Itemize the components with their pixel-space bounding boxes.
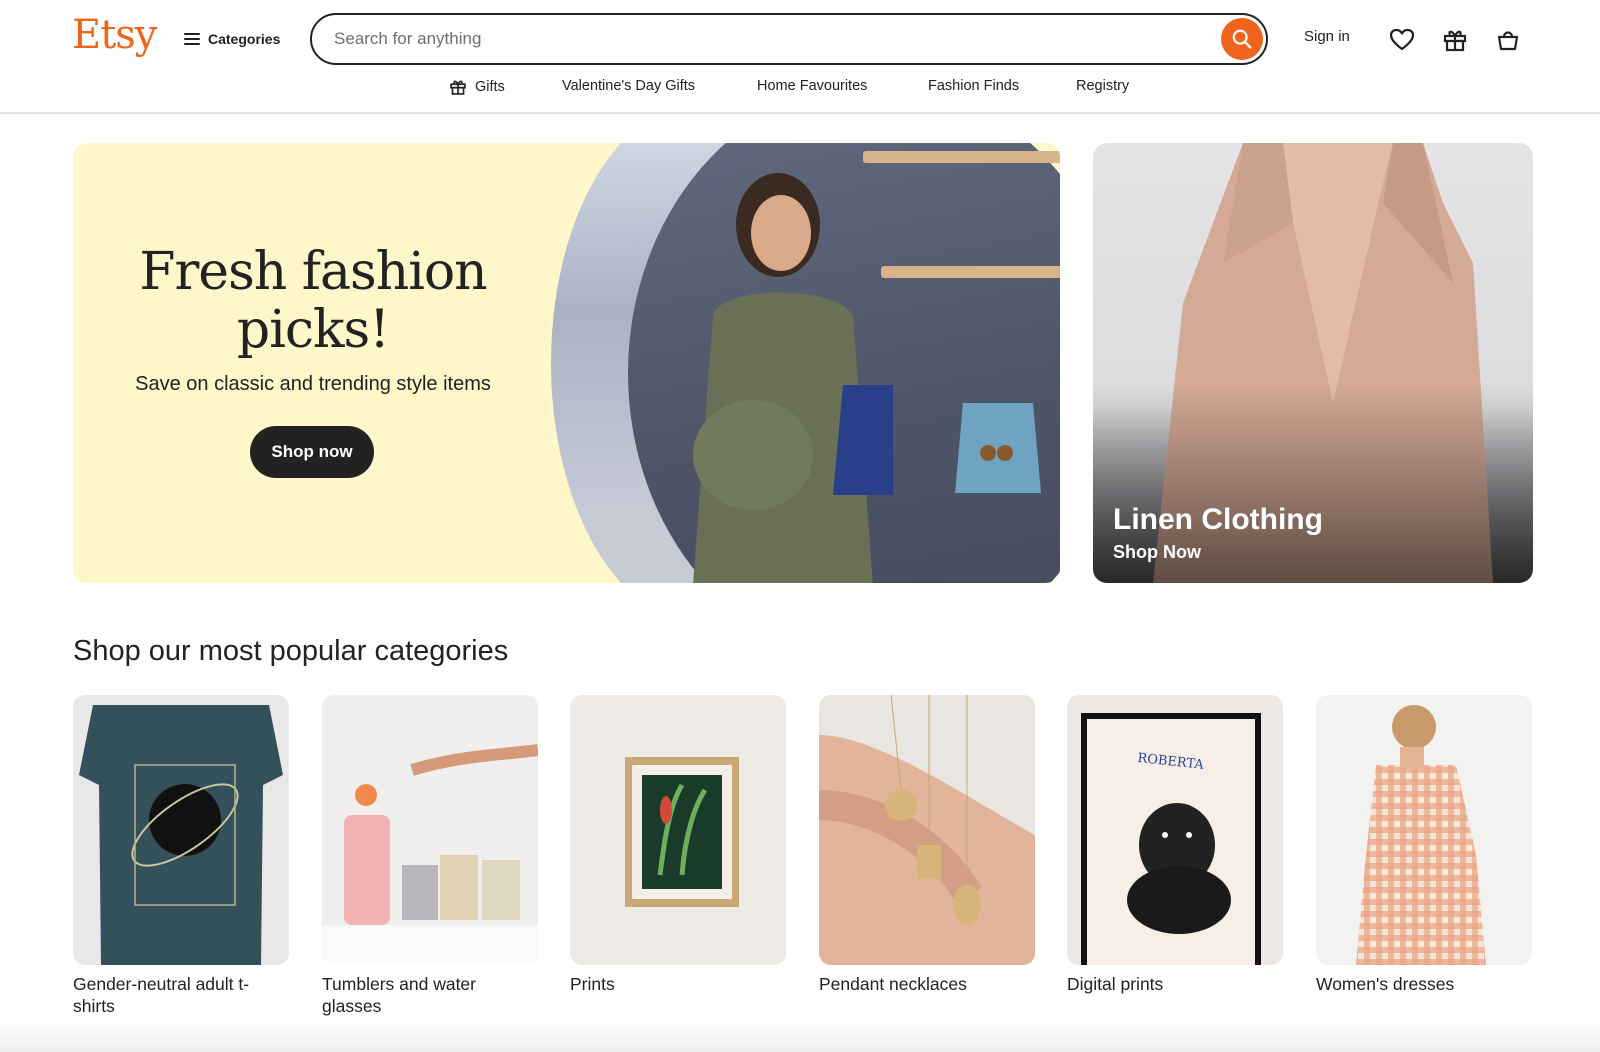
hero-title: Fresh fashion picks! bbox=[139, 242, 487, 360]
etsy-logo[interactable]: Etsy bbox=[72, 12, 157, 58]
site-header: Etsy Categories Sign in bbox=[0, 0, 1600, 114]
search-input[interactable] bbox=[334, 29, 1221, 49]
cart-button[interactable] bbox=[1492, 24, 1524, 56]
hero-subtitle: Save on classic and trending style items bbox=[135, 373, 491, 395]
sub-navigation: Gifts Valentine's Day Gifts Home Favouri… bbox=[0, 78, 1600, 102]
gift-icon bbox=[450, 80, 466, 95]
subnav-item-home-favourites[interactable]: Home Favourites bbox=[757, 78, 867, 94]
subnav-label: Gifts bbox=[475, 79, 505, 95]
menu-icon bbox=[184, 33, 200, 45]
side-card-title: Linen Clothing bbox=[1113, 503, 1323, 536]
search-icon bbox=[1232, 29, 1252, 49]
sign-in-link[interactable]: Sign in bbox=[1304, 28, 1350, 45]
hero-person-image bbox=[693, 173, 893, 583]
category-image bbox=[73, 695, 289, 965]
category-card-digital-prints[interactable]: ROBERTA Digital prints bbox=[1067, 695, 1283, 995]
popular-categories-title: Shop our most popular categories bbox=[73, 635, 509, 667]
subnav-item-registry[interactable]: Registry bbox=[1076, 78, 1129, 94]
hero-shelf bbox=[881, 266, 1060, 278]
category-image: ROBERTA bbox=[1067, 695, 1283, 965]
category-card-pendants[interactable]: Pendant necklaces bbox=[819, 695, 1035, 995]
shop-now-button[interactable]: Shop now bbox=[250, 426, 374, 478]
categories-button[interactable]: Categories bbox=[184, 27, 280, 51]
favorites-button[interactable] bbox=[1386, 24, 1418, 56]
category-image bbox=[819, 695, 1035, 965]
gift-button[interactable] bbox=[1439, 24, 1471, 56]
cart-icon bbox=[1497, 31, 1519, 51]
subnav-item-gifts[interactable]: Gifts bbox=[449, 78, 505, 96]
hero-shelf bbox=[863, 151, 1060, 163]
search-button[interactable] bbox=[1221, 18, 1263, 60]
category-label: Pendant necklaces bbox=[819, 974, 967, 994]
hero-text-block: Fresh fashion picks! Save on classic and… bbox=[73, 243, 553, 396]
category-card-tumblers[interactable]: Tumblers and water glasses bbox=[322, 695, 538, 1017]
category-image bbox=[322, 695, 538, 965]
category-image bbox=[570, 695, 786, 965]
category-label: Prints bbox=[570, 974, 615, 994]
category-card-womens-dresses[interactable]: Women's dresses bbox=[1316, 695, 1532, 995]
page-bottom-fade bbox=[0, 1020, 1600, 1052]
category-label: Digital prints bbox=[1067, 974, 1164, 994]
category-label: Tumblers and water glasses bbox=[322, 974, 476, 1016]
categories-label: Categories bbox=[208, 31, 281, 47]
linen-clothing-card[interactable]: Linen Clothing Shop Now bbox=[1093, 143, 1533, 583]
category-label: Gender-neutral adult t-shirts bbox=[73, 974, 250, 1016]
subnav-item-valentines[interactable]: Valentine's Day Gifts bbox=[562, 78, 695, 94]
category-image bbox=[1316, 695, 1532, 965]
category-card-prints[interactable]: Prints bbox=[570, 695, 786, 995]
hero-sweater-image bbox=[955, 403, 1041, 493]
search-bar bbox=[310, 13, 1268, 65]
category-label: Women's dresses bbox=[1316, 974, 1455, 994]
category-card-tshirts[interactable]: Gender-neutral adult t-shirts bbox=[73, 695, 289, 1017]
subnav-item-fashion-finds[interactable]: Fashion Finds bbox=[928, 78, 1019, 94]
gift-icon bbox=[1443, 30, 1467, 52]
hero-banner[interactable]: Fresh fashion picks! Save on classic and… bbox=[73, 143, 1060, 583]
heart-icon bbox=[1389, 28, 1415, 51]
side-card-subtitle[interactable]: Shop Now bbox=[1113, 542, 1201, 563]
